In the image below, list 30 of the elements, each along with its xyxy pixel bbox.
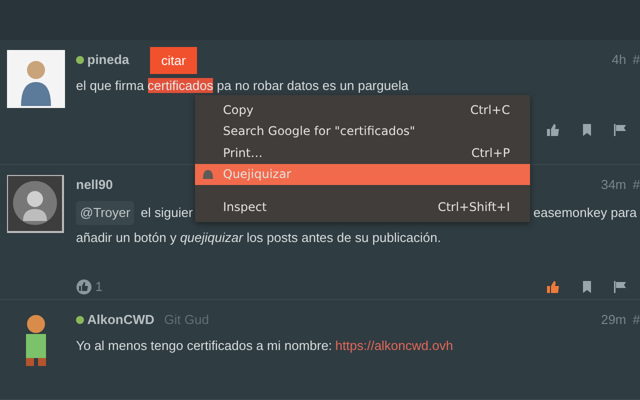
avatar [7,50,65,108]
flag-icon[interactable] [613,122,627,136]
post-number: # [632,51,640,69]
quote-button[interactable]: citar [150,47,197,74]
like-icon[interactable] [546,122,560,136]
avatar [7,175,65,233]
like-count: 1 [95,278,102,296]
like-count-icon [76,279,92,295]
post-time: 29m [600,311,626,329]
link[interactable]: https://alkoncwd.ovh [335,336,454,356]
menu-item[interactable]: Search Google for "certificados" [195,120,530,142]
post-text: easemonkey para [533,204,637,222]
post-text: Yo al menos tengo certificados a mi nombre: [76,337,332,355]
post-number: # [632,311,640,329]
username[interactable]: nell90 [76,175,113,194]
post-text: el que firma certificados pa no robar datos es un parguela [76,77,410,95]
mention-chip[interactable]: @Troyer [76,201,134,224]
menu-item[interactable]: Print… Ctrl+P [195,142,530,164]
username[interactable]: pineda [87,50,130,70]
menu-item[interactable]: Inspect Ctrl+Shift+I [195,196,530,218]
username[interactable]: AlkonCWD [87,310,154,330]
like-icon[interactable] [546,280,560,294]
flag-icon[interactable] [613,280,627,294]
post-time: 4h [612,51,626,69]
post-text: añadir un botón y quejiquizar los posts antes de su publicación. [76,228,442,247]
menu-item[interactable]: Copy Ctrl+C [195,99,530,120]
post-time: 34m [600,176,626,194]
post-text: el siguier [140,204,193,222]
post-number: # [632,176,640,194]
extension-icon [202,168,214,180]
